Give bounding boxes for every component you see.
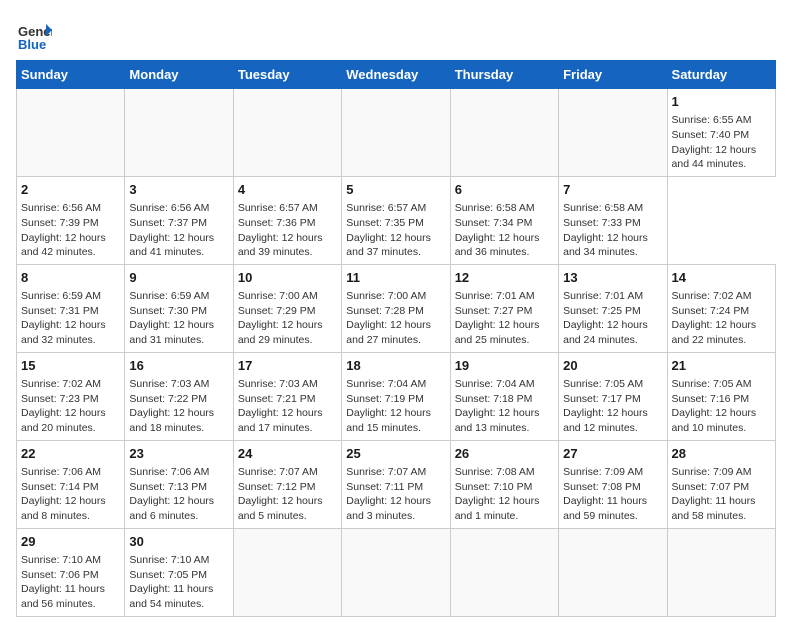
day-number: 6 [455, 181, 554, 199]
day-number: 5 [346, 181, 445, 199]
calendar-body: 1Sunrise: 6:55 AMSunset: 7:40 PMDaylight… [17, 89, 776, 617]
calendar-cell: 19Sunrise: 7:04 AMSunset: 7:18 PMDayligh… [450, 352, 558, 440]
day-number: 26 [455, 445, 554, 463]
calendar-cell-empty [450, 528, 558, 616]
calendar-cell: 29Sunrise: 7:10 AMSunset: 7:06 PMDayligh… [17, 528, 125, 616]
calendar-cell: 15Sunrise: 7:02 AMSunset: 7:23 PMDayligh… [17, 352, 125, 440]
calendar-week-row: 1Sunrise: 6:55 AMSunset: 7:40 PMDaylight… [17, 89, 776, 177]
logo: General Blue [16, 16, 56, 52]
day-number: 29 [21, 533, 120, 551]
day-number: 24 [238, 445, 337, 463]
calendar-cell: 18Sunrise: 7:04 AMSunset: 7:19 PMDayligh… [342, 352, 450, 440]
calendar-cell: 9Sunrise: 6:59 AMSunset: 7:30 PMDaylight… [125, 264, 233, 352]
day-number: 18 [346, 357, 445, 375]
day-number: 16 [129, 357, 228, 375]
calendar-week-row: 2Sunrise: 6:56 AMSunset: 7:39 PMDaylight… [17, 176, 776, 264]
calendar-cell-empty [450, 89, 558, 177]
calendar-cell: 13Sunrise: 7:01 AMSunset: 7:25 PMDayligh… [559, 264, 667, 352]
calendar-cell: 4Sunrise: 6:57 AMSunset: 7:36 PMDaylight… [233, 176, 341, 264]
calendar-cell: 6Sunrise: 6:58 AMSunset: 7:34 PMDaylight… [450, 176, 558, 264]
day-number: 14 [672, 269, 771, 287]
weekday-header: Friday [559, 61, 667, 89]
calendar-cell-empty [342, 528, 450, 616]
day-number: 23 [129, 445, 228, 463]
weekday-header: Tuesday [233, 61, 341, 89]
calendar-cell-empty [233, 528, 341, 616]
day-number: 13 [563, 269, 662, 287]
calendar-cell: 30Sunrise: 7:10 AMSunset: 7:05 PMDayligh… [125, 528, 233, 616]
day-number: 28 [672, 445, 771, 463]
calendar-cell: 24Sunrise: 7:07 AMSunset: 7:12 PMDayligh… [233, 440, 341, 528]
calendar-cell-empty [559, 528, 667, 616]
calendar-cell: 2Sunrise: 6:56 AMSunset: 7:39 PMDaylight… [17, 176, 125, 264]
calendar-cell: 11Sunrise: 7:00 AMSunset: 7:28 PMDayligh… [342, 264, 450, 352]
day-number: 19 [455, 357, 554, 375]
calendar-week-row: 15Sunrise: 7:02 AMSunset: 7:23 PMDayligh… [17, 352, 776, 440]
day-number: 7 [563, 181, 662, 199]
calendar-cell: 27Sunrise: 7:09 AMSunset: 7:08 PMDayligh… [559, 440, 667, 528]
calendar-cell-empty [559, 89, 667, 177]
day-number: 30 [129, 533, 228, 551]
day-number: 3 [129, 181, 228, 199]
day-number: 1 [672, 93, 771, 111]
day-number: 9 [129, 269, 228, 287]
weekday-header: Wednesday [342, 61, 450, 89]
day-number: 11 [346, 269, 445, 287]
svg-text:Blue: Blue [18, 37, 46, 52]
day-number: 20 [563, 357, 662, 375]
weekday-header: Saturday [667, 61, 775, 89]
calendar-cell: 26Sunrise: 7:08 AMSunset: 7:10 PMDayligh… [450, 440, 558, 528]
weekday-header: Sunday [17, 61, 125, 89]
calendar-cell: 8Sunrise: 6:59 AMSunset: 7:31 PMDaylight… [17, 264, 125, 352]
calendar-cell: 7Sunrise: 6:58 AMSunset: 7:33 PMDaylight… [559, 176, 667, 264]
calendar-week-row: 29Sunrise: 7:10 AMSunset: 7:06 PMDayligh… [17, 528, 776, 616]
day-number: 12 [455, 269, 554, 287]
calendar-cell: 22Sunrise: 7:06 AMSunset: 7:14 PMDayligh… [17, 440, 125, 528]
calendar-cell: 20Sunrise: 7:05 AMSunset: 7:17 PMDayligh… [559, 352, 667, 440]
calendar-cell-empty [17, 89, 125, 177]
calendar-cell: 25Sunrise: 7:07 AMSunset: 7:11 PMDayligh… [342, 440, 450, 528]
calendar-cell-empty [342, 89, 450, 177]
calendar-cell: 1Sunrise: 6:55 AMSunset: 7:40 PMDaylight… [667, 89, 775, 177]
calendar-cell: 14Sunrise: 7:02 AMSunset: 7:24 PMDayligh… [667, 264, 775, 352]
day-number: 2 [21, 181, 120, 199]
logo-icon: General Blue [16, 16, 52, 52]
calendar-cell-empty [667, 528, 775, 616]
day-number: 25 [346, 445, 445, 463]
day-number: 8 [21, 269, 120, 287]
day-number: 4 [238, 181, 337, 199]
calendar-cell: 12Sunrise: 7:01 AMSunset: 7:27 PMDayligh… [450, 264, 558, 352]
day-number: 27 [563, 445, 662, 463]
weekday-header: Thursday [450, 61, 558, 89]
calendar-cell: 3Sunrise: 6:56 AMSunset: 7:37 PMDaylight… [125, 176, 233, 264]
calendar-week-row: 22Sunrise: 7:06 AMSunset: 7:14 PMDayligh… [17, 440, 776, 528]
weekday-header: Monday [125, 61, 233, 89]
calendar-cell-empty [233, 89, 341, 177]
calendar-table: SundayMondayTuesdayWednesdayThursdayFrid… [16, 60, 776, 617]
day-number: 10 [238, 269, 337, 287]
calendar-cell: 23Sunrise: 7:06 AMSunset: 7:13 PMDayligh… [125, 440, 233, 528]
day-number: 15 [21, 357, 120, 375]
calendar-cell: 10Sunrise: 7:00 AMSunset: 7:29 PMDayligh… [233, 264, 341, 352]
calendar-cell-empty [125, 89, 233, 177]
calendar-cell: 5Sunrise: 6:57 AMSunset: 7:35 PMDaylight… [342, 176, 450, 264]
calendar-week-row: 8Sunrise: 6:59 AMSunset: 7:31 PMDaylight… [17, 264, 776, 352]
weekday-header-row: SundayMondayTuesdayWednesdayThursdayFrid… [17, 61, 776, 89]
calendar-cell: 28Sunrise: 7:09 AMSunset: 7:07 PMDayligh… [667, 440, 775, 528]
day-number: 21 [672, 357, 771, 375]
day-number: 22 [21, 445, 120, 463]
calendar-cell: 16Sunrise: 7:03 AMSunset: 7:22 PMDayligh… [125, 352, 233, 440]
calendar-cell: 17Sunrise: 7:03 AMSunset: 7:21 PMDayligh… [233, 352, 341, 440]
day-number: 17 [238, 357, 337, 375]
page-header: General Blue [16, 16, 776, 52]
calendar-cell: 21Sunrise: 7:05 AMSunset: 7:16 PMDayligh… [667, 352, 775, 440]
